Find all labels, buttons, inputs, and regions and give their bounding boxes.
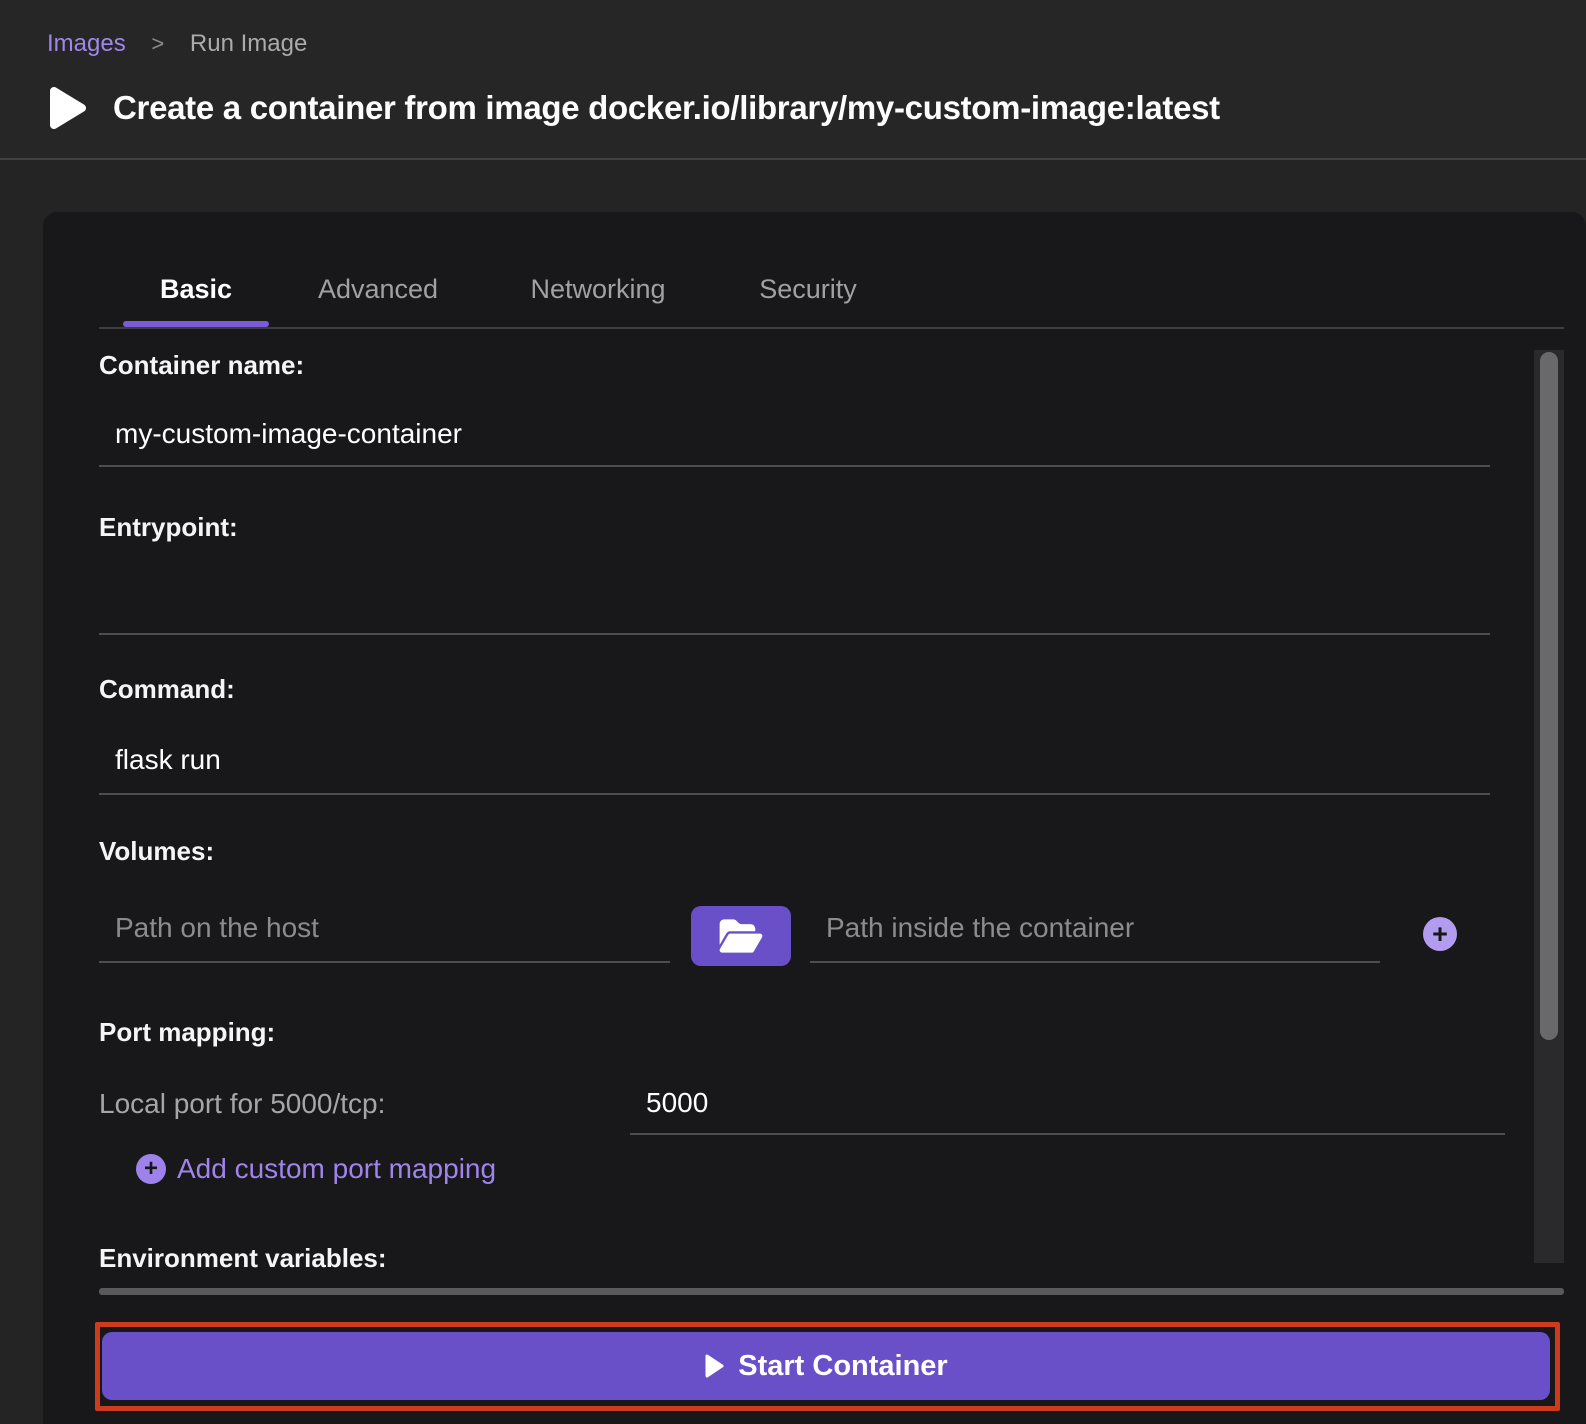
entrypoint-input[interactable] <box>99 542 1490 635</box>
container-name-input[interactable] <box>99 408 1490 467</box>
vertical-scrollbar-thumb[interactable] <box>1540 352 1558 1040</box>
play-icon <box>47 86 87 130</box>
volume-host-path-input[interactable] <box>99 900 670 963</box>
folder-open-icon <box>719 917 763 955</box>
port-mapping-label: Port mapping: <box>99 1017 275 1048</box>
vertical-scrollbar-track[interactable] <box>1534 350 1564 1263</box>
plus-icon: + <box>1432 919 1448 949</box>
breadcrumb: Images > Run Image <box>47 30 307 58</box>
tab-basic[interactable]: Basic <box>123 271 269 311</box>
add-custom-port-mapping-label: Add custom port mapping <box>177 1153 496 1185</box>
add-volume-button[interactable]: + <box>1423 917 1457 951</box>
container-name-label: Container name: <box>99 350 304 381</box>
tab-advanced[interactable]: Advanced <box>283 271 473 311</box>
volumes-label: Volumes: <box>99 836 214 867</box>
play-icon-small <box>704 1354 724 1378</box>
start-container-label: Start Container <box>738 1350 947 1383</box>
add-custom-port-mapping-link[interactable]: + Add custom port mapping <box>136 1153 496 1185</box>
create-container-panel: Basic Advanced Networking Security Conta… <box>43 212 1586 1424</box>
browse-folder-button[interactable] <box>691 906 791 966</box>
local-port-input[interactable] <box>630 1078 1505 1135</box>
run-image-page: Images > Run Image Create a container fr… <box>0 0 1586 1424</box>
command-input[interactable] <box>99 732 1490 795</box>
environment-variables-label: Environment variables: <box>99 1243 387 1272</box>
entrypoint-label: Entrypoint: <box>99 512 238 543</box>
page-title: Create a container from image docker.io/… <box>113 89 1220 127</box>
title-row: Create a container from image docker.io/… <box>47 86 1220 130</box>
breadcrumb-separator: > <box>151 31 164 56</box>
plus-circle-icon: + <box>136 1154 166 1184</box>
breadcrumb-current-page: Run Image <box>190 30 307 57</box>
tab-security[interactable]: Security <box>701 271 915 311</box>
breadcrumb-images-link[interactable]: Images <box>47 30 126 57</box>
tab-networking[interactable]: Networking <box>495 271 701 311</box>
volume-container-path-input[interactable] <box>810 900 1380 963</box>
page-header: Images > Run Image Create a container fr… <box>0 0 1586 160</box>
local-port-label: Local port for 5000/tcp: <box>99 1088 385 1120</box>
horizontal-scrollbar[interactable] <box>99 1288 1564 1295</box>
container-form: Container name: Entrypoint: Command: Vol… <box>43 329 1586 1272</box>
command-label: Command: <box>99 674 235 705</box>
start-container-button[interactable]: Start Container <box>102 1332 1550 1400</box>
